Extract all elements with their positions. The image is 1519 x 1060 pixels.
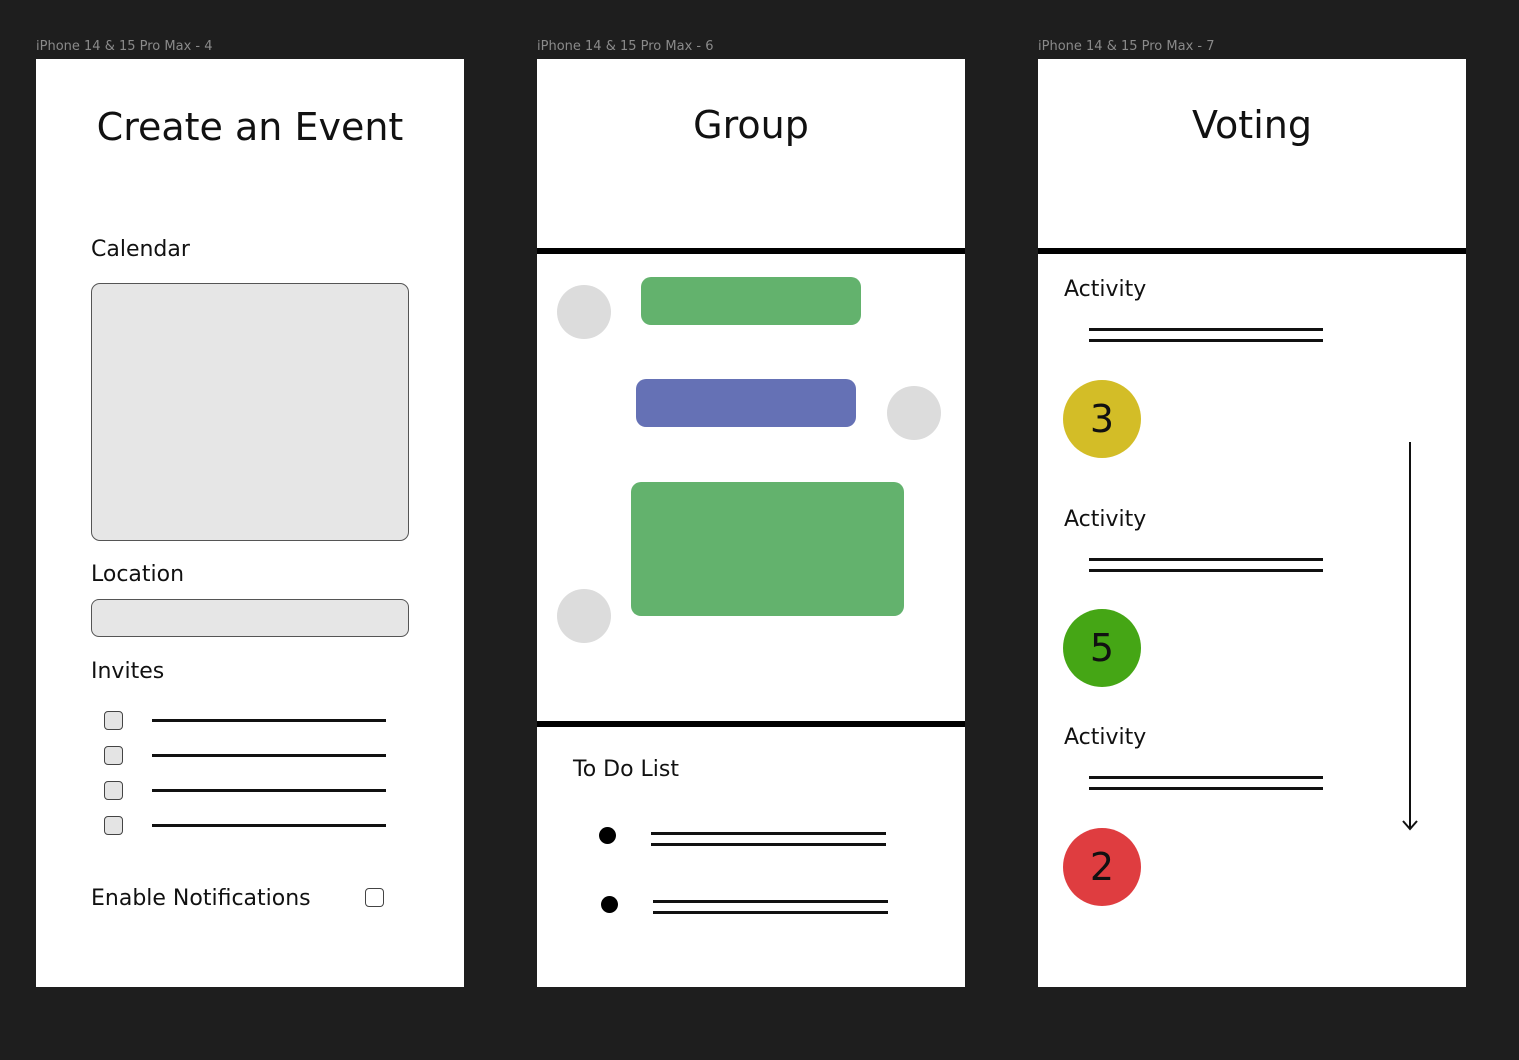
create-event-screen: Create an Event Calendar Location Invite… — [36, 59, 464, 987]
vote-count-badge-2[interactable]: 5 — [1063, 609, 1141, 687]
invite-checkbox-1[interactable] — [104, 711, 123, 730]
page-title: Voting — [1192, 103, 1312, 147]
vote-count-badge-1[interactable]: 3 — [1063, 380, 1141, 458]
invite-checkbox-3[interactable] — [104, 781, 123, 800]
message-bubble-sent — [636, 379, 856, 427]
chat-divider — [537, 721, 965, 727]
bullet-icon — [601, 896, 618, 913]
avatar — [557, 589, 611, 643]
enable-notifications-checkbox[interactable] — [365, 888, 384, 907]
enable-notifications-label: Enable Notifications — [91, 886, 311, 911]
scroll-down-arrow-icon — [1402, 442, 1418, 831]
invite-name-placeholder-1 — [152, 719, 386, 722]
invite-name-placeholder-4 — [152, 824, 386, 827]
invite-name-placeholder-2 — [152, 754, 386, 757]
calendar-label: Calendar — [91, 237, 190, 262]
location-input[interactable] — [91, 599, 409, 637]
frame-label-voting: iPhone 14 & 15 Pro Max - 7 — [1038, 39, 1215, 54]
message-bubble-received — [641, 277, 861, 325]
page-title: Group — [693, 103, 809, 147]
invite-checkbox-2[interactable] — [104, 746, 123, 765]
header-divider — [1038, 248, 1466, 254]
invite-checkbox-4[interactable] — [104, 816, 123, 835]
todo-list-title: To Do List — [573, 757, 680, 782]
invites-label: Invites — [91, 659, 165, 684]
todo-item-placeholder-2[interactable] — [653, 900, 888, 914]
message-bubble-received — [631, 482, 904, 616]
avatar — [557, 285, 611, 339]
activity-label-1: Activity — [1064, 277, 1147, 302]
todo-item-placeholder-1[interactable] — [651, 832, 886, 846]
invite-name-placeholder-3 — [152, 789, 386, 792]
voting-screen: Voting Activity 3 Activity 5 Activity 2 — [1038, 59, 1466, 987]
activity-label-3: Activity — [1064, 725, 1147, 750]
header-divider — [537, 248, 965, 254]
page-title: Create an Event — [96, 105, 404, 149]
activity-description-placeholder-2 — [1089, 558, 1323, 572]
avatar — [887, 386, 941, 440]
activity-label-2: Activity — [1064, 507, 1147, 532]
activity-description-placeholder-3 — [1089, 776, 1323, 790]
activity-description-placeholder-1 — [1089, 328, 1323, 342]
group-screen: Group To Do List — [537, 59, 965, 987]
frame-label-group: iPhone 14 & 15 Pro Max - 6 — [537, 39, 714, 54]
frame-label-create-event: iPhone 14 & 15 Pro Max - 4 — [36, 39, 213, 54]
calendar-widget[interactable] — [91, 283, 409, 541]
bullet-icon — [599, 827, 616, 844]
location-label: Location — [91, 562, 185, 587]
vote-count-badge-3[interactable]: 2 — [1063, 828, 1141, 906]
